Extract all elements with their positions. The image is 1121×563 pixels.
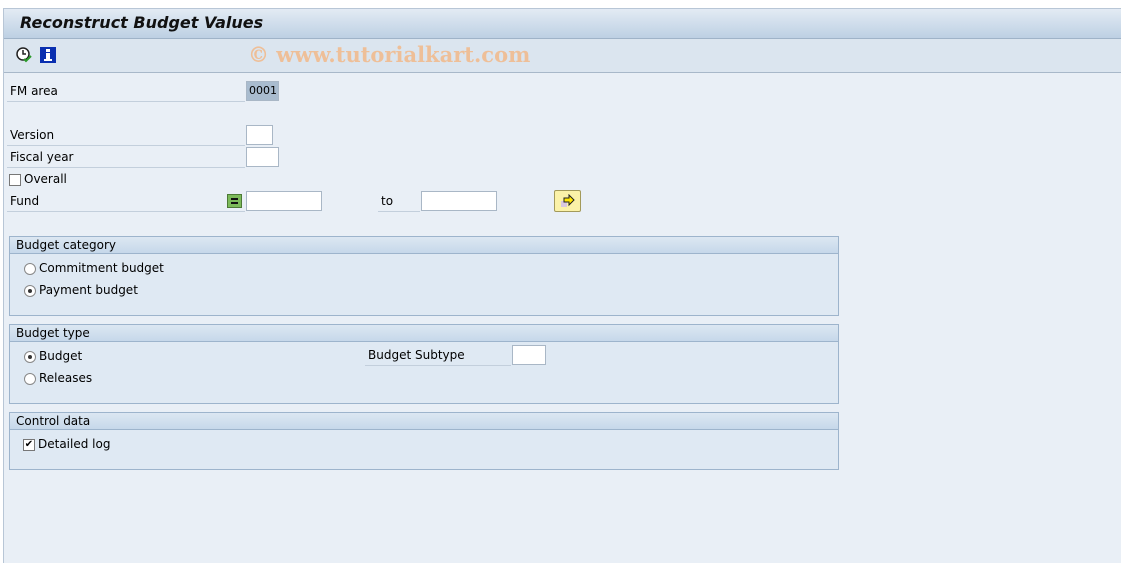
fiscal-year-input[interactable] [246, 147, 279, 167]
budget-radio[interactable] [24, 351, 36, 363]
arrow-right-icon [561, 194, 575, 207]
fund-label: Fund [7, 191, 245, 212]
fund-from-input[interactable] [246, 191, 322, 211]
fund-to-label: to [378, 191, 420, 212]
sap-window: Reconstruct Budget Values © www.tutorial… [3, 8, 1121, 563]
releases-radio[interactable] [24, 373, 36, 385]
payment-budget-label: Payment budget [39, 283, 138, 297]
commitment-budget-label: Commitment budget [39, 261, 164, 275]
fm-area-label: FM area [7, 81, 245, 102]
version-label: Version [7, 125, 245, 146]
detailed-log-checkbox[interactable]: ✔ [23, 439, 35, 451]
fund-to-input[interactable] [421, 191, 497, 211]
budget-type-title: Budget type [10, 325, 838, 342]
control-data-group: Control data ✔ Detailed log [9, 412, 839, 470]
releases-label: Releases [39, 371, 93, 385]
budget-category-title: Budget category [10, 237, 838, 254]
payment-budget-radio[interactable] [24, 285, 36, 297]
version-input[interactable] [246, 125, 273, 145]
budget-type-group: Budget type Budget Releases Budget Subty… [9, 324, 839, 404]
fm-area-input[interactable]: 0001 [246, 81, 279, 101]
budget-subtype-input[interactable] [512, 345, 546, 365]
application-toolbar: © www.tutorialkart.com [4, 39, 1121, 73]
detailed-log-label: Detailed log [38, 437, 111, 451]
control-data-title: Control data [10, 413, 838, 430]
watermark: © www.tutorialkart.com [248, 42, 531, 67]
page-title: Reconstruct Budget Values [20, 13, 264, 32]
selection-option-icon[interactable] [227, 194, 242, 208]
clock-check-icon[interactable] [16, 47, 32, 63]
budget-label: Budget [39, 349, 83, 363]
overall-checkbox[interactable] [9, 174, 21, 186]
overall-label: Overall [24, 172, 67, 186]
info-icon[interactable] [40, 47, 56, 63]
commitment-budget-radio[interactable] [24, 263, 36, 275]
budget-subtype-label: Budget Subtype [365, 345, 511, 366]
title-bar: Reconstruct Budget Values [4, 9, 1121, 39]
budget-category-group: Budget category Commitment budget Paymen… [9, 236, 839, 316]
multiple-selection-button[interactable] [554, 190, 581, 212]
fiscal-year-label: Fiscal year [7, 147, 245, 168]
